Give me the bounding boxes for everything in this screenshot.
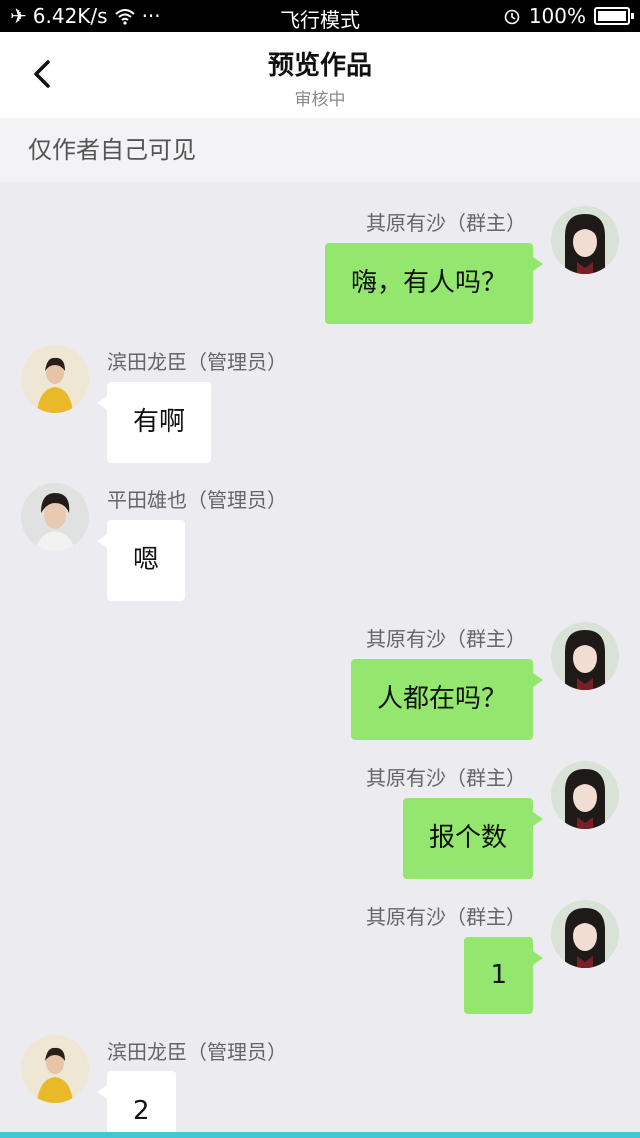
message-bubble[interactable]: 有啊: [96, 382, 212, 463]
battery-icon: [594, 7, 634, 25]
status-bar: ✈ 6.42K/s ··· 飞行模式 100%: [0, 0, 640, 32]
message-bubble[interactable]: 2: [97, 1071, 176, 1132]
review-status: 审核中: [294, 90, 346, 110]
avatar-image: [551, 206, 619, 274]
chat-area[interactable]: 其原有沙（群主） 嗨，有人吗？ 滨田龙臣（管理员） 有啊 平田雄也（管理员） 嗯: [0, 182, 640, 1132]
status-right: 100%: [503, 4, 634, 28]
bottom-accent-bar: [0, 1132, 640, 1138]
avatar[interactable]: [551, 900, 619, 968]
sender-name: 滨田龙臣（管理员）: [107, 350, 287, 374]
avatar-image: [21, 483, 89, 551]
sender-name: 滨田龙臣（管理员）: [107, 1040, 287, 1064]
sender-name: 其原有沙（群主）: [366, 211, 526, 235]
avatar[interactable]: [21, 1035, 89, 1103]
avatar[interactable]: [551, 206, 619, 274]
avatar-image: [551, 761, 619, 829]
avatar-image: [551, 900, 619, 968]
sender-name: 平田雄也（管理员）: [107, 488, 287, 512]
message-bubble[interactable]: 嗨，有人吗？: [324, 243, 544, 324]
avatar-image: [21, 1035, 89, 1103]
alarm-icon: [504, 9, 520, 25]
avatar[interactable]: [21, 345, 89, 413]
sender-name: 其原有沙（群主）: [366, 766, 526, 790]
header: 预览作品 审核中: [0, 32, 640, 118]
sender-name: 其原有沙（群主）: [366, 905, 526, 929]
sender-name: 其原有沙（群主）: [366, 627, 526, 651]
message-bubble[interactable]: 1: [464, 937, 543, 1014]
page-title: 预览作品: [267, 51, 372, 81]
battery-percent: 100%: [528, 4, 586, 28]
visibility-notice: 仅作者自己可见: [0, 118, 640, 182]
avatar[interactable]: [21, 483, 89, 551]
avatar[interactable]: [551, 622, 619, 690]
avatar[interactable]: [551, 761, 619, 829]
message-bubble[interactable]: 人都在吗？: [350, 659, 544, 740]
avatar-image: [21, 345, 89, 413]
avatar-image: [551, 622, 619, 690]
message-bubble[interactable]: 嗯: [96, 520, 186, 601]
message-bubble[interactable]: 报个数: [402, 798, 544, 879]
